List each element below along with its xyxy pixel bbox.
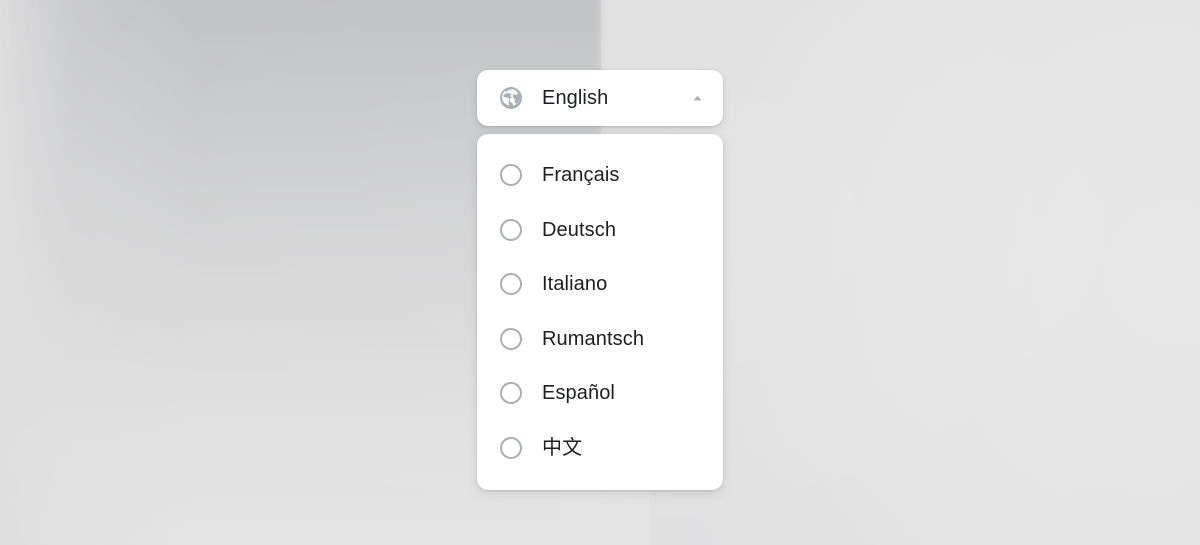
language-option-label: Deutsch bbox=[542, 218, 617, 241]
chevron-up-icon[interactable] bbox=[691, 94, 704, 103]
language-option-rumantsch[interactable]: Rumantsch bbox=[477, 312, 723, 367]
language-select-button[interactable]: English bbox=[477, 70, 723, 126]
language-picker: English Français Deutsch Italiano Rumant… bbox=[477, 70, 723, 490]
radio-unselected-icon[interactable] bbox=[500, 273, 522, 296]
language-option-espanol[interactable]: Español bbox=[477, 366, 723, 421]
language-select-label: English bbox=[542, 87, 609, 109]
radio-unselected-icon[interactable] bbox=[500, 436, 522, 459]
language-option-francais[interactable]: Français bbox=[477, 148, 723, 203]
language-option-label: 中文 bbox=[542, 436, 583, 459]
language-option-label: Français bbox=[542, 164, 620, 187]
language-option-chinese[interactable]: 中文 bbox=[477, 421, 723, 476]
language-option-deutsch[interactable]: Deutsch bbox=[477, 203, 723, 258]
radio-unselected-icon[interactable] bbox=[500, 382, 522, 405]
globe-icon bbox=[500, 87, 522, 109]
language-option-label: Rumantsch bbox=[542, 327, 645, 350]
language-option-label: Italiano bbox=[542, 273, 608, 296]
radio-unselected-icon[interactable] bbox=[500, 327, 522, 350]
radio-unselected-icon[interactable] bbox=[500, 164, 522, 187]
language-options-panel: Français Deutsch Italiano Rumantsch Espa… bbox=[477, 134, 723, 490]
language-option-label: Español bbox=[542, 382, 615, 405]
language-option-italiano[interactable]: Italiano bbox=[477, 257, 723, 312]
radio-unselected-icon[interactable] bbox=[500, 218, 522, 241]
